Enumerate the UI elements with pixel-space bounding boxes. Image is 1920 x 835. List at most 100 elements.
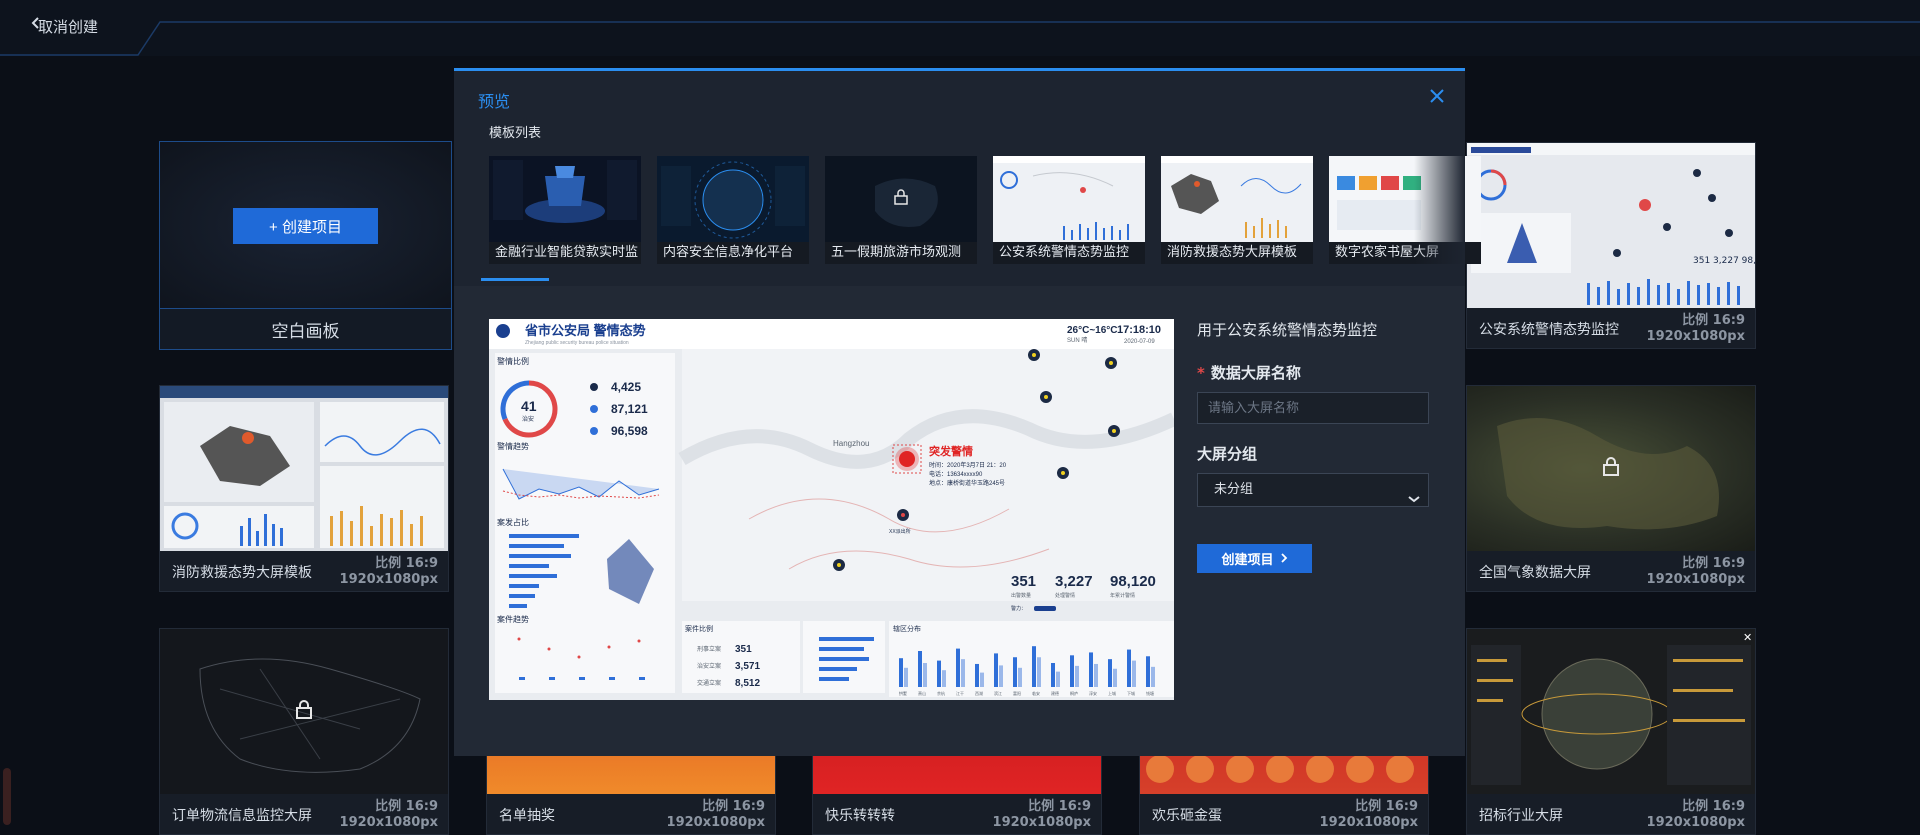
district-bar <box>961 659 965 687</box>
preview-weather-sub: SUN 晴 <box>1067 336 1087 344</box>
template-card[interactable]: 351 3,227 98,120 公安系统警情态势监控 比例 16:91920x… <box>1466 142 1756 349</box>
screen-group-select[interactable]: 未分组 <box>1197 473 1429 507</box>
template-option[interactable]: 内容安全信息净化平台 <box>657 156 809 264</box>
template-ratio: 比例 16:9 1920x1080px <box>1646 313 1745 344</box>
district-bar <box>1018 667 1022 687</box>
district-bar <box>1127 649 1131 687</box>
preview-modal: 预览 模板列表 金融行业智能贷款实时监 内容安全信息净化平台 五一假期旅游市场观… <box>454 68 1481 756</box>
kpi-1: 351 <box>1011 573 1036 590</box>
district-bar <box>1089 652 1093 687</box>
blank-canvas-card[interactable]: + 创建项目 空白画板 <box>159 141 452 350</box>
district-bar <box>1146 656 1150 687</box>
alert-title: 突发警情 <box>929 444 973 458</box>
gauge-value: 41 <box>521 398 537 414</box>
screen-name-label: * 数据大屏名称 <box>1197 364 1301 382</box>
template-card[interactable]: 消防救援态势大屏模板 比例 16:9 1920x1080px <box>159 385 449 592</box>
district-bar <box>1075 665 1079 687</box>
district-bar <box>1094 663 1098 687</box>
close-button[interactable] <box>1429 88 1445 108</box>
template-ratio: 比例 16:9 1920x1080px <box>339 799 438 830</box>
district-bar <box>918 651 922 687</box>
chevron-down-icon <box>1408 485 1420 517</box>
template-card[interactable]: ✕ 招标行业大屏 比例 16:9 1920x1080px <box>1466 628 1756 835</box>
template-preview: 省市公安局 警情态势 Zhejiang public security bure… <box>489 319 1174 700</box>
template-option[interactable]: 金融行业智能贷款实时监 <box>489 156 641 264</box>
stat-1: 4,425 <box>611 380 641 394</box>
district-tick-label: 富阳 <box>1013 690 1021 696</box>
district-bar <box>980 672 984 687</box>
screen-group-label: 大屏分组 <box>1197 445 1258 463</box>
case-1-value: 351 <box>735 644 752 655</box>
template-ratio: 比例 16:9 1920x1080px <box>339 556 438 587</box>
template-option[interactable]: 五一假期旅游市场观测 <box>825 156 977 264</box>
panel-title-cases: 案发占比 <box>497 517 529 527</box>
district-bar <box>1113 668 1117 687</box>
screen-name-input[interactable] <box>1197 392 1429 424</box>
alert-phone: 电话：13634xxxx90 <box>929 470 983 478</box>
template-name: 快乐转转转 <box>825 808 895 824</box>
svg-text:✕: ✕ <box>1743 631 1752 644</box>
template-name: 公安系统警情态势监控 <box>1479 322 1619 338</box>
district-tick-label: 淳安 <box>1089 690 1097 696</box>
district-tick-label: 钱塘 <box>1146 690 1154 696</box>
gauge-unit: 治安 <box>522 415 534 423</box>
template-option-label: 五一假期旅游市场观测 <box>825 242 977 264</box>
create-project-button[interactable]: + 创建项目 <box>233 208 378 244</box>
preview-time: 17:18:10 <box>1117 324 1161 336</box>
district-tick-label: 桐庐 <box>1070 690 1078 696</box>
top-bar-outline <box>0 21 1920 56</box>
panel-title-case-trend: 案件趋势 <box>497 614 529 624</box>
template-name: 欢乐砸金蛋 <box>1152 808 1222 824</box>
stat-2: 87,121 <box>611 402 648 416</box>
template-description: 用于公安系统警情态势监控 <box>1197 321 1378 339</box>
district-tick-label: 余杭 <box>937 690 945 696</box>
panel-title-case-ratio: 案件比例 <box>685 624 713 633</box>
district-bar <box>904 667 908 687</box>
template-option-label: 金融行业智能贷款实时监 <box>489 242 641 264</box>
legend-label: 警力： <box>1011 605 1026 612</box>
district-tick-label: 建德 <box>1051 690 1059 696</box>
template-option-label: 内容安全信息净化平台 <box>657 242 809 264</box>
district-bar <box>942 670 946 687</box>
district-bar <box>975 663 979 687</box>
district-bar <box>1056 671 1060 687</box>
template-thumbnail: 351 3,227 98,120 <box>1467 143 1755 308</box>
template-ratio: 比例 16:9 1920x1080px <box>1646 799 1745 830</box>
template-name: 消防救援态势大屏模板 <box>172 565 312 581</box>
preview-date: 2020-07-09 <box>1124 339 1155 345</box>
blank-canvas-label: 空白画板 <box>160 308 451 349</box>
panel-title-trend: 警情趋势 <box>497 441 529 451</box>
modal-title: 预览 <box>478 92 511 111</box>
district-bar <box>1051 663 1055 687</box>
template-thumbnail <box>160 629 448 794</box>
template-card[interactable]: 全国气象数据大屏 比例 16:9 1920x1080px <box>1466 385 1756 592</box>
case-1-label: 刑事立案 <box>697 645 721 653</box>
chevron-right-icon <box>1280 551 1288 566</box>
district-bar <box>899 658 903 687</box>
kpi-2: 3,227 <box>1055 573 1093 590</box>
top-bar: 取消创建 <box>0 0 1920 56</box>
template-ratio: 比例 16:9 1920x1080px <box>666 799 765 830</box>
preview-header-title: 省市公安局 警情态势 <box>524 323 646 338</box>
template-option-label: 公安系统警情态势监控 <box>993 242 1145 264</box>
kpi-3: 98,120 <box>1110 573 1156 590</box>
panel-title-district: 辖区分布 <box>893 624 921 633</box>
scrollbar[interactable] <box>3 768 11 825</box>
cancel-create-button[interactable]: 取消创建 <box>30 16 98 37</box>
create-project-submit-button[interactable]: 创建项目 <box>1197 544 1312 573</box>
template-option[interactable]: 公安系统警情态势监控 <box>993 156 1145 264</box>
alert-time: 时间：2020年3月7日 21：20 <box>929 461 1007 469</box>
template-thumbnail <box>160 386 448 551</box>
district-bar <box>937 660 941 687</box>
lock-icon <box>294 699 314 724</box>
modal-header: 预览 模板列表 金融行业智能贷款实时监 内容安全信息净化平台 五一假期旅游市场观… <box>454 71 1481 286</box>
template-list-label: 模板列表 <box>489 126 542 141</box>
lock-icon <box>893 189 909 209</box>
template-card[interactable]: 订单物流信息监控大屏 比例 16:9 1920x1080px <box>159 628 449 835</box>
district-bar <box>1032 646 1036 687</box>
screen-group-value: 未分组 <box>1214 482 1254 497</box>
svg-text:351 3,227 98,120: 351 3,227 98,120 <box>1693 256 1755 266</box>
template-option[interactable]: 消防救援态势大屏模板 <box>1161 156 1313 264</box>
district-bar <box>994 653 998 687</box>
scroll-indicator[interactable] <box>481 278 549 281</box>
